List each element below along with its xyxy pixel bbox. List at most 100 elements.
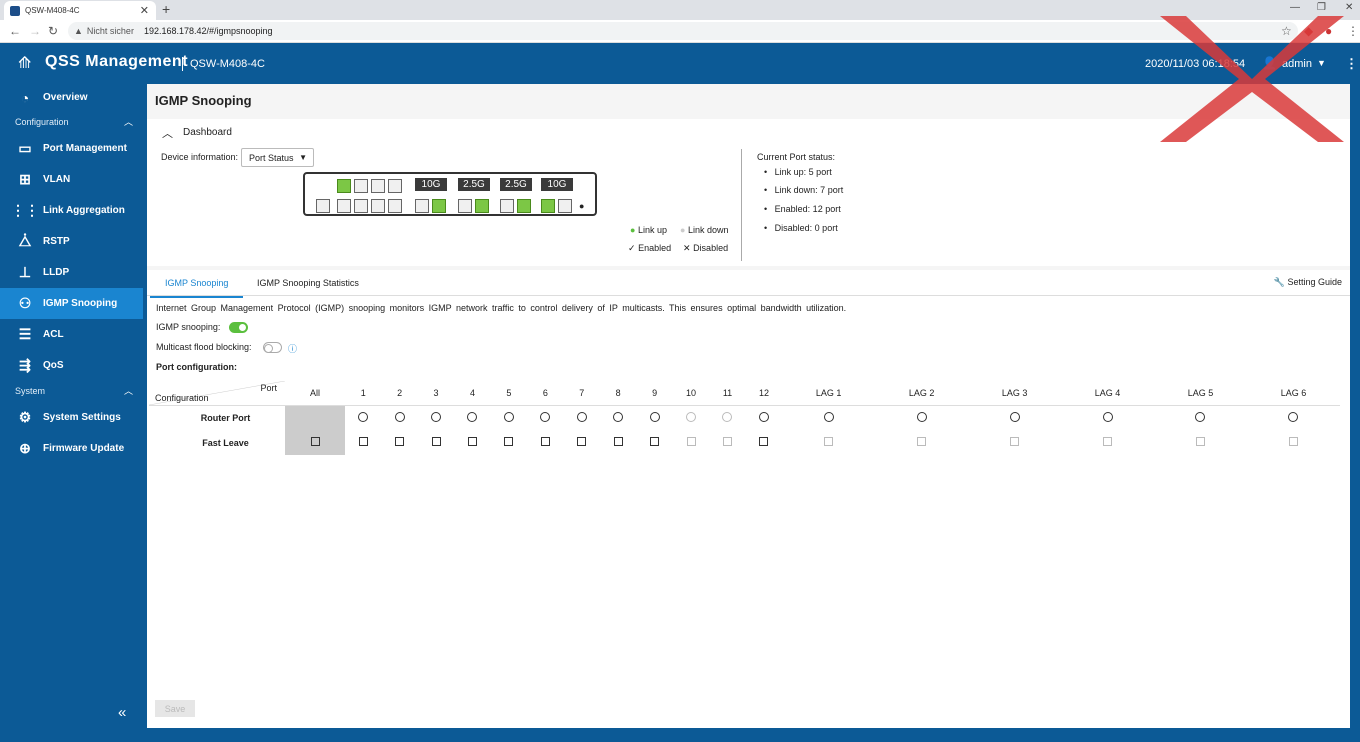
router-port-radio[interactable] [1195,411,1206,422]
fast-leave-checkbox[interactable] [540,437,550,446]
port-13[interactable] [500,199,514,213]
port-9[interactable] [415,199,429,213]
fast-leave-checkbox[interactable] [395,437,405,446]
section-configuration: Configuration [15,117,69,127]
sidebar-item-lldp[interactable]: ⊥ LLDP [0,257,143,288]
back-icon[interactable]: ← [9,24,21,38]
router-port-radio[interactable] [649,411,660,422]
port-7[interactable] [388,179,402,193]
fast-leave-checkbox[interactable] [613,437,623,446]
port-6[interactable] [371,199,385,213]
router-port-radio[interactable] [431,411,442,422]
fast-leave-checkbox[interactable] [431,437,441,446]
igmp-snooping-toggle[interactable] [229,322,248,333]
minimize-icon[interactable]: — [1290,2,1300,13]
router-port-radio[interactable] [758,411,769,422]
router-port-radio[interactable] [576,411,587,422]
router-port-radio[interactable] [823,411,834,422]
tab-igmp-statistics[interactable]: IGMP Snooping Statistics [257,278,359,296]
sidebar-item-overview[interactable]: ◔ Overview [0,82,143,113]
divider [741,149,742,261]
close-window-icon[interactable]: ✕ [1345,2,1353,13]
port-14[interactable] [517,199,531,213]
router-port-radio[interactable] [358,411,369,422]
fast-leave-checkbox[interactable] [504,437,514,446]
port-5[interactable] [371,179,385,193]
router-port-radio[interactable] [916,411,927,422]
chevron-up-icon[interactable]: ︿ [162,125,173,141]
toggle-knob [238,323,247,332]
router-port-radio[interactable] [467,411,478,422]
router-port-radio[interactable] [1009,411,1020,422]
console-port [316,199,330,213]
col-port: 12 [745,381,783,406]
port-1[interactable] [337,179,351,193]
router-port-radio[interactable] [540,411,551,422]
fast-leave-checkbox[interactable] [577,437,587,446]
device-name: QSW-M408-4C [190,58,265,70]
chevron-up-icon[interactable]: ︿ [124,115,133,128]
sidebar-item-link-aggregation[interactable]: ⋮⋮ Link Aggregation [0,195,143,226]
fast-leave-checkbox[interactable] [650,437,660,446]
router-port-radio[interactable] [1288,411,1299,422]
router-port-radio[interactable] [394,411,405,422]
port-10[interactable] [432,199,446,213]
col-lag: LAG 4 [1061,381,1154,406]
port-2[interactable] [337,199,351,213]
col-port: 2 [381,381,418,406]
port-11[interactable] [458,199,472,213]
flood-blocking-toggle[interactable] [263,342,282,353]
url-input[interactable]: ▲ Nicht sicher 192.168.178.42/#/igmpsnoo… [68,22,1298,40]
sidebar-item-firmware-update[interactable]: ⊕ Firmware Update [0,433,143,464]
fast-leave-checkbox-disabled [722,437,732,446]
sidebar-item-rstp[interactable]: ⧊ RSTP [0,226,143,257]
sidebar-item-port-management[interactable]: ▭ Port Management [0,133,143,164]
gear-icon: ⚙ [18,409,32,425]
device-info-select[interactable]: Port Status ▼ [241,148,314,167]
cross-icon: ✕ [683,243,691,253]
fast-leave-all-checkbox[interactable] [310,437,320,446]
sidebar-item-igmp-snooping[interactable]: ⚇ IGMP Snooping [0,288,143,319]
port-12[interactable] [475,199,489,213]
table-cell [454,430,490,455]
table-cell [600,405,636,430]
table-cell [636,430,672,455]
collapse-sidebar-icon[interactable]: « [118,704,126,721]
maximize-icon[interactable]: ❐ [1317,2,1326,13]
port-16[interactable] [558,199,572,213]
router-port-radio[interactable] [613,411,624,422]
save-button[interactable]: Save [155,700,195,717]
browser-tab[interactable]: QSW-M408-4C ✕ [4,1,156,20]
forward-icon[interactable]: → [29,24,41,38]
port-8[interactable] [388,199,402,213]
new-tab-icon[interactable]: + [162,1,170,17]
browser-menu-icon[interactable]: ⋮ [1347,24,1359,38]
legend-link-down: ● Link down [680,225,729,235]
flood-blocking-label: Multicast flood blocking: [156,342,252,352]
info-icon[interactable]: ⓘ [288,342,297,355]
col-port: 4 [454,381,491,406]
dashboard-title[interactable]: Dashboard [183,127,232,138]
config-header: Configuration [155,392,209,403]
sidebar-item-vlan[interactable]: ⊞ VLAN [0,164,143,195]
close-tab-icon[interactable]: ✕ [140,4,149,17]
legend-link-up: ● Link up [630,225,667,235]
fast-leave-checkbox[interactable] [759,437,769,446]
port-4[interactable] [354,199,368,213]
setting-guide-link[interactable]: 🔧 Setting Guide [1274,277,1342,288]
table-cell [418,430,454,455]
all-cell [285,430,345,455]
fast-leave-checkbox[interactable] [358,437,368,446]
reload-icon[interactable]: ↻ [48,24,58,38]
port-15[interactable] [541,199,555,213]
sidebar-item-system-settings[interactable]: ⚙ System Settings [0,402,143,433]
router-port-radio[interactable] [503,411,514,422]
sidebar-item-label: VLAN [43,174,71,185]
fast-leave-checkbox[interactable] [467,437,477,446]
sidebar-item-acl[interactable]: ☰ ACL [0,319,143,350]
chevron-up-icon[interactable]: ︿ [124,384,133,397]
sidebar-item-qos[interactable]: ⇶ QoS [0,350,143,381]
router-port-radio[interactable] [1102,411,1113,422]
more-options-icon[interactable]: ⋮ [1345,56,1358,72]
port-3[interactable] [354,179,368,193]
